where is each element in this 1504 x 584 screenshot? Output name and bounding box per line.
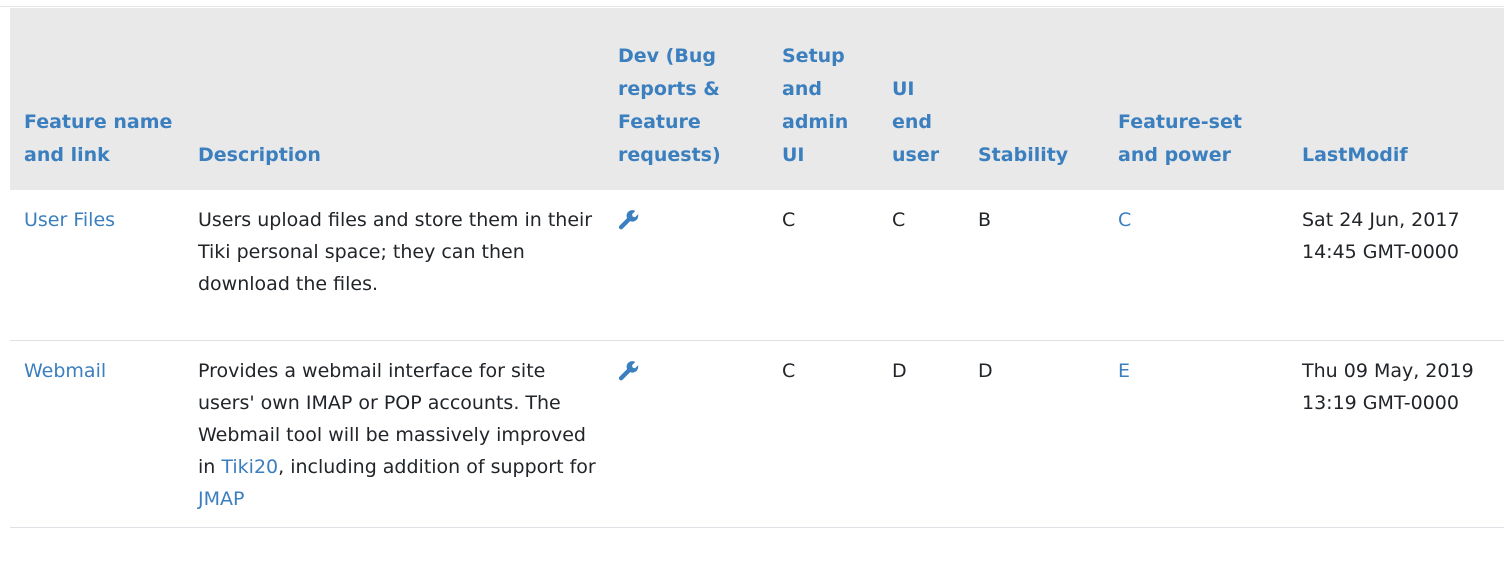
- dev-cell: [604, 340, 768, 528]
- feature-set-link[interactable]: C: [1118, 209, 1131, 231]
- column-header-description[interactable]: Description: [184, 8, 604, 190]
- top-divider: [0, 0, 1504, 7]
- stability-cell: D: [964, 340, 1104, 528]
- table-row: Webmail Provides a webmail interface for…: [10, 340, 1504, 528]
- column-header-setup[interactable]: Setup and admin UI: [768, 8, 878, 190]
- wrench-icon[interactable]: [618, 210, 640, 236]
- feature-set-link[interactable]: E: [1118, 360, 1130, 382]
- page: Feature name and link Description Dev (B…: [0, 0, 1504, 584]
- jmap-link[interactable]: JMAP: [198, 488, 244, 510]
- lastmodif-cell: Sat 24 Jun, 2017 14:45 GMT-0000: [1288, 190, 1504, 341]
- description-text-continued: , including addition of support for: [278, 455, 596, 478]
- description-cell: Provides a webmail interface for site us…: [184, 340, 604, 528]
- feature-set-cell: E: [1104, 340, 1288, 528]
- table-header-row: Feature name and link Description Dev (B…: [10, 8, 1504, 190]
- setup-cell: C: [768, 340, 878, 528]
- column-header-lastmodif[interactable]: LastModif: [1288, 8, 1504, 190]
- column-header-ui-end-user[interactable]: UI end user: [878, 8, 964, 190]
- setup-cell: C: [768, 190, 878, 341]
- tiki20-link[interactable]: Tiki20: [221, 456, 278, 478]
- feature-set-cell: C: [1104, 190, 1288, 341]
- column-header-dev[interactable]: Dev (Bug reports & Feature requests): [604, 8, 768, 190]
- column-header-feature[interactable]: Feature name and link: [10, 8, 184, 190]
- stability-cell: B: [964, 190, 1104, 341]
- ui-end-user-cell: D: [878, 340, 964, 528]
- description-cell: Users upload files and store them in the…: [184, 190, 604, 341]
- wrench-icon[interactable]: [618, 360, 640, 387]
- feature-cell: User Files: [10, 190, 184, 341]
- feature-link[interactable]: User Files: [24, 209, 115, 231]
- lastmodif-cell: Thu 09 May, 2019 13:19 GMT-0000: [1288, 340, 1504, 528]
- description-text: Users upload files and store them in the…: [198, 209, 593, 295]
- features-table: Feature name and link Description Dev (B…: [10, 8, 1504, 528]
- table-row: User Files Users upload files and store …: [10, 190, 1504, 341]
- column-header-stability[interactable]: Stability: [964, 8, 1104, 190]
- ui-end-user-cell: C: [878, 190, 964, 341]
- dev-cell: [604, 190, 768, 341]
- column-header-feature-set[interactable]: Feature-set and power: [1104, 8, 1288, 190]
- feature-cell: Webmail: [10, 340, 184, 528]
- feature-link[interactable]: Webmail: [24, 360, 106, 382]
